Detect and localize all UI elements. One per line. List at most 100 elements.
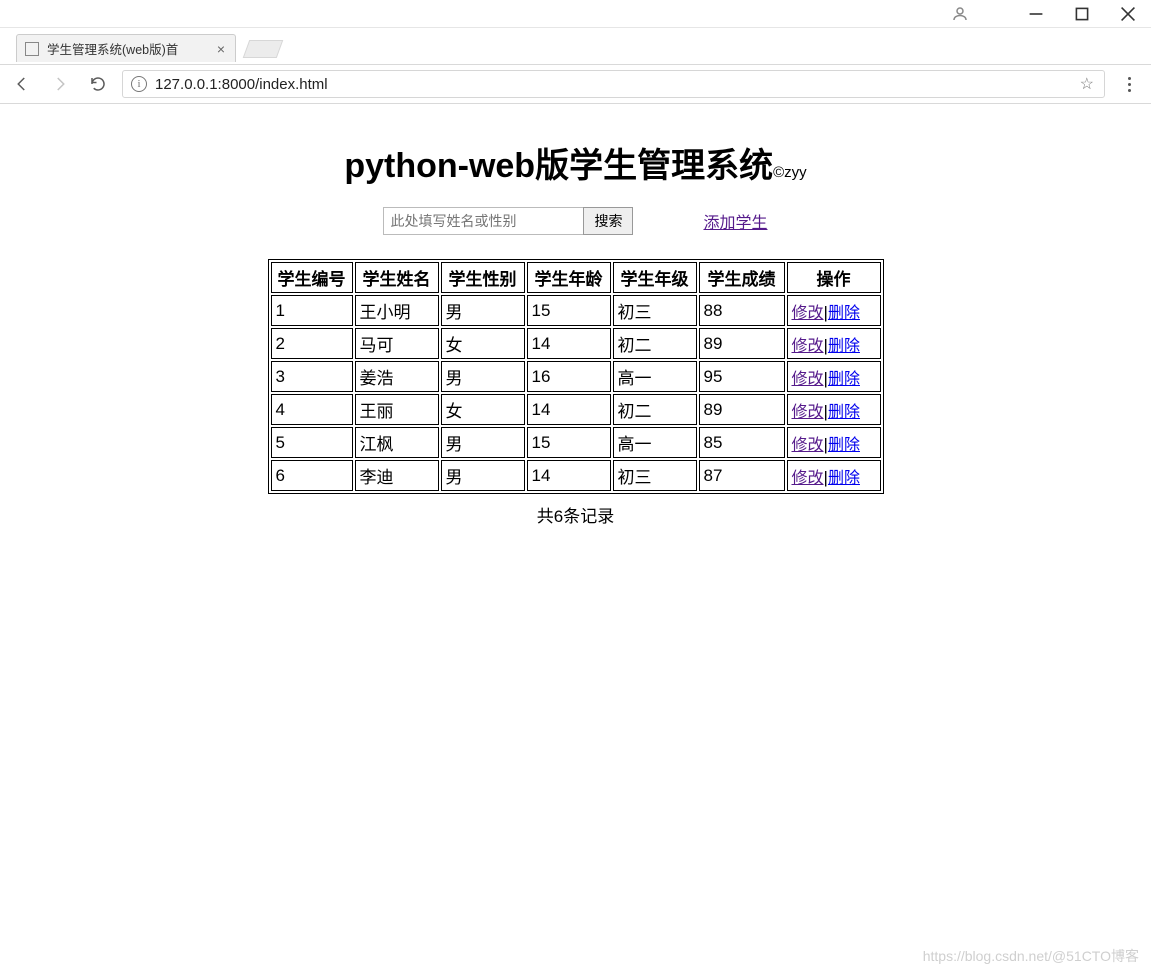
cell-sex: 男 [441,460,525,491]
page-title-copyright: ©zyy [773,164,807,181]
header-op: 操作 [787,262,881,293]
add-student-link[interactable]: 添加学生 [703,209,767,233]
controls-row: 搜索 添加学生 [383,207,767,235]
header-score: 学生成绩 [699,262,785,293]
table-row: 6李迪男14初三87修改|删除 [271,460,881,491]
search-group: 搜索 [383,207,633,235]
delete-link[interactable]: 删除 [828,305,860,322]
edit-link[interactable]: 修改 [792,305,824,322]
window-close-button[interactable] [1105,0,1151,28]
cell-id: 1 [271,295,353,326]
cell-age: 14 [527,460,611,491]
summary-prefix: 共 [537,507,554,526]
cell-grade: 初三 [613,295,697,326]
cell-id: 6 [271,460,353,491]
cell-score: 89 [699,328,785,359]
cell-op: 修改|删除 [787,427,881,458]
cell-sex: 男 [441,427,525,458]
cell-name: 马可 [355,328,439,359]
header-age: 学生年龄 [527,262,611,293]
cell-age: 14 [527,328,611,359]
table-row: 1王小明男15初三88修改|删除 [271,295,881,326]
chrome-menu-button[interactable] [1115,70,1143,98]
cell-name: 王小明 [355,295,439,326]
edit-link[interactable]: 修改 [792,338,824,355]
edit-link[interactable]: 修改 [792,437,824,454]
cell-score: 95 [699,361,785,392]
cell-op: 修改|删除 [787,394,881,425]
delete-link[interactable]: 删除 [828,371,860,388]
cell-op: 修改|删除 [787,295,881,326]
tab-close-button[interactable]: × [215,42,227,56]
cell-score: 88 [699,295,785,326]
cell-grade: 高一 [613,427,697,458]
cell-name: 江枫 [355,427,439,458]
header-name: 学生姓名 [355,262,439,293]
reload-button[interactable] [84,70,112,98]
address-url: 127.0.0.1:8000/index.html [155,76,328,93]
cell-age: 14 [527,394,611,425]
cell-score: 85 [699,427,785,458]
cell-sex: 女 [441,328,525,359]
header-grade: 学生年级 [613,262,697,293]
address-bar[interactable]: i 127.0.0.1:8000/index.html ☆ [122,70,1105,98]
table-row: 5江枫男15高一85修改|删除 [271,427,881,458]
student-table: 学生编号 学生姓名 学生性别 学生年龄 学生年级 学生成绩 操作 1王小明男15… [268,259,884,494]
page-title-main: python-web版学生管理系统 [344,147,773,185]
site-info-icon[interactable]: i [131,76,147,92]
browser-tabstrip: 学生管理系统(web版)首 × [0,28,1151,64]
cell-id: 4 [271,394,353,425]
cell-score: 89 [699,394,785,425]
search-button[interactable]: 搜索 [583,207,633,235]
cell-op: 修改|删除 [787,361,881,392]
cell-sex: 男 [441,295,525,326]
cell-sex: 男 [441,361,525,392]
cell-op: 修改|删除 [787,328,881,359]
cell-op: 修改|删除 [787,460,881,491]
delete-link[interactable]: 删除 [828,437,860,454]
cell-grade: 初二 [613,328,697,359]
edit-link[interactable]: 修改 [792,470,824,487]
cell-id: 3 [271,361,353,392]
new-tab-button[interactable] [243,40,284,58]
page-content: python-web版学生管理系统©zyy 搜索 添加学生 学生编号 学生姓名 … [0,104,1151,527]
header-sex: 学生性别 [441,262,525,293]
cell-grade: 初三 [613,460,697,491]
cell-name: 李迪 [355,460,439,491]
forward-button[interactable] [46,70,74,98]
table-header-row: 学生编号 学生姓名 学生性别 学生年龄 学生年级 学生成绩 操作 [271,262,881,293]
edit-link[interactable]: 修改 [792,404,824,421]
page-favicon-icon [25,42,39,56]
record-summary: 共6条记录 [537,502,614,527]
cell-name: 姜浩 [355,361,439,392]
cell-score: 87 [699,460,785,491]
window-maximize-button[interactable] [1059,0,1105,28]
search-input[interactable] [383,207,583,235]
delete-link[interactable]: 删除 [828,338,860,355]
browser-toolbar: i 127.0.0.1:8000/index.html ☆ [0,64,1151,104]
cell-grade: 初二 [613,394,697,425]
table-row: 4王丽女14初二89修改|删除 [271,394,881,425]
header-id: 学生编号 [271,262,353,293]
cell-id: 5 [271,427,353,458]
cell-age: 15 [527,295,611,326]
summary-count: 6 [554,507,563,526]
cell-id: 2 [271,328,353,359]
edit-link[interactable]: 修改 [792,371,824,388]
window-minimize-button[interactable] [1013,0,1059,28]
cell-sex: 女 [441,394,525,425]
page-title: python-web版学生管理系统©zyy [344,138,806,187]
summary-suffix: 条记录 [563,507,614,526]
back-button[interactable] [8,70,36,98]
cell-age: 16 [527,361,611,392]
chrome-user-icon[interactable] [937,0,983,28]
delete-link[interactable]: 删除 [828,470,860,487]
browser-tab[interactable]: 学生管理系统(web版)首 × [16,34,236,62]
table-row: 3姜浩男16高一95修改|删除 [271,361,881,392]
tab-title: 学生管理系统(web版)首 [47,39,178,58]
bookmark-star-icon[interactable]: ☆ [1080,74,1096,94]
delete-link[interactable]: 删除 [828,404,860,421]
table-row: 2马可女14初二89修改|删除 [271,328,881,359]
cell-grade: 高一 [613,361,697,392]
window-titlebar [0,0,1151,28]
